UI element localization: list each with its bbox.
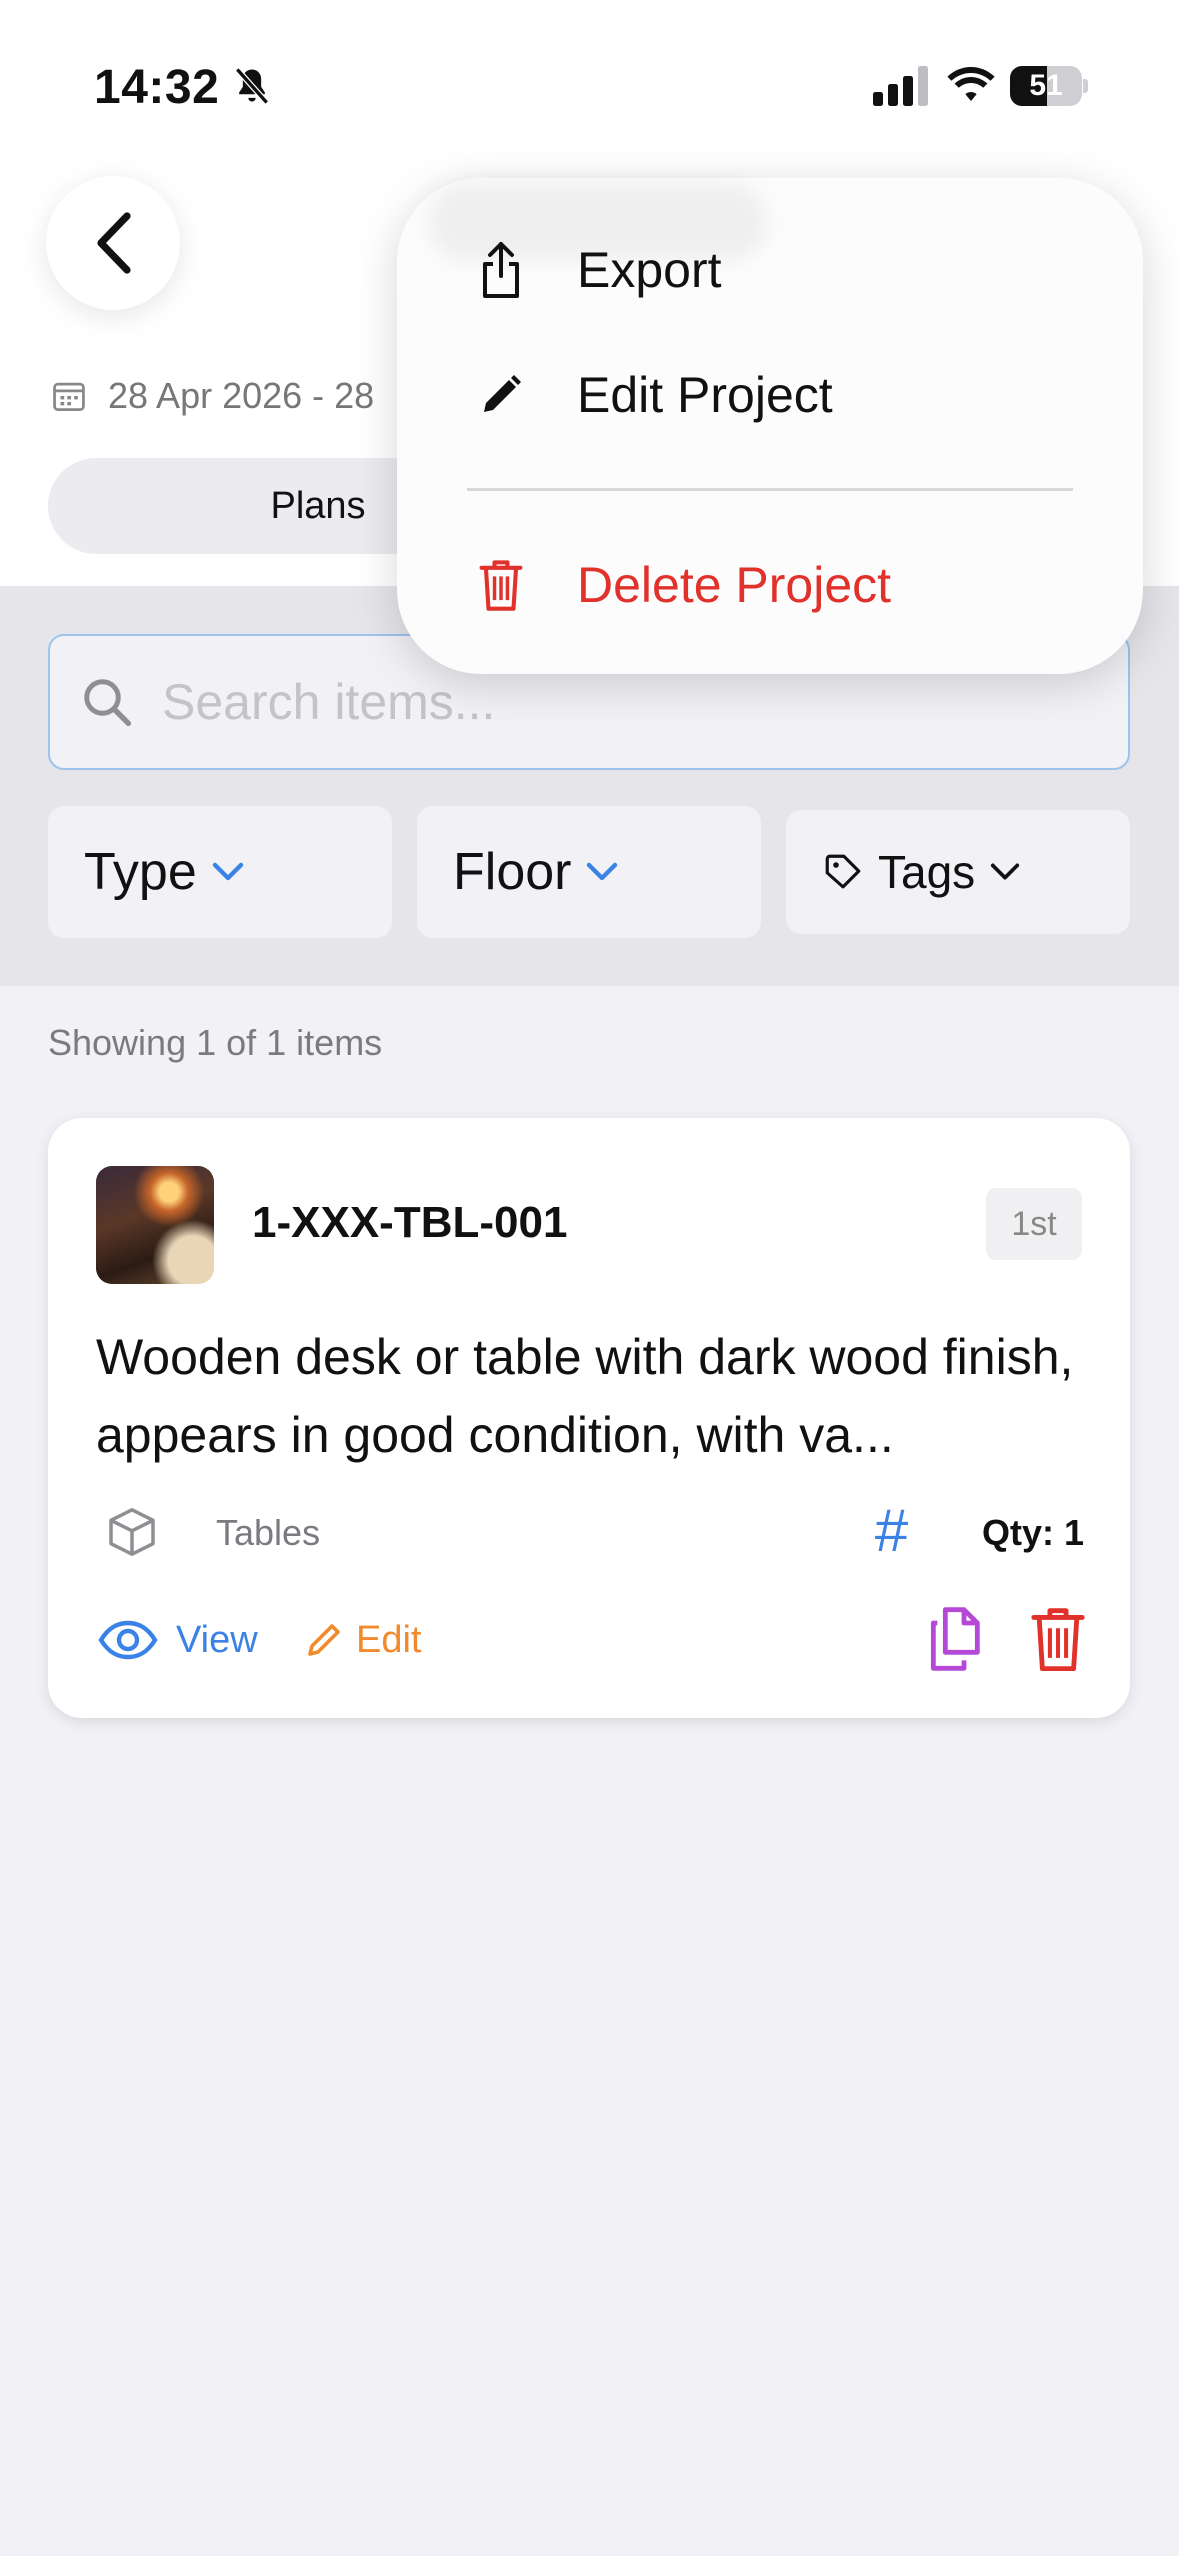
tag-icon: [825, 854, 861, 889]
battery-icon: 51: [1010, 66, 1088, 106]
chevron-left-icon: [97, 212, 131, 274]
edit-label: Edit: [356, 1618, 422, 1661]
filter-type-dropdown[interactable]: Type: [48, 806, 392, 938]
back-button[interactable]: [46, 176, 180, 310]
filter-floor-dropdown[interactable]: Floor: [417, 806, 761, 938]
cube-icon: [109, 1508, 155, 1556]
item-description: Wooden desk or table with dark wood fini…: [96, 1329, 1074, 1463]
bell-slash-icon: [235, 67, 269, 105]
wifi-icon: [947, 67, 995, 101]
item-card[interactable]: 1-XXX-TBL-001 1st Wooden desk or table w…: [48, 1118, 1130, 1718]
trash-icon: [475, 555, 527, 615]
calendar-icon: [53, 382, 85, 411]
project-date-range: 28 Apr 2026 - 28: [52, 372, 374, 420]
item-quantity: Qty: 1: [982, 1512, 1085, 1553]
share-icon: [475, 240, 527, 300]
view-button[interactable]: View: [98, 1608, 258, 1672]
edit-button[interactable]: Edit: [304, 1608, 421, 1672]
menu-separator: [467, 488, 1073, 491]
filter-tags-dropdown[interactable]: Tags: [786, 810, 1130, 934]
signal-icon: [873, 66, 928, 106]
chevron-down-icon: [991, 863, 1020, 880]
date-range-text: 28 Apr 2026 - 28: [108, 375, 375, 416]
pencil-icon: [475, 365, 527, 425]
filter-type-label: Type: [84, 843, 197, 901]
menu-item-edit-project[interactable]: Edit Project: [397, 340, 1143, 450]
floor-badge: 1st: [986, 1188, 1082, 1260]
duplicate-icon[interactable]: [924, 1604, 988, 1674]
pencil-icon: [308, 1624, 340, 1656]
trash-icon[interactable]: [1028, 1604, 1088, 1674]
item-thumbnail[interactable]: [96, 1166, 214, 1284]
menu-item-export[interactable]: Export: [397, 215, 1143, 325]
battery-percent: 51: [1029, 69, 1063, 102]
search-input[interactable]: [162, 673, 1062, 731]
chevron-down-icon: [587, 862, 618, 881]
filter-tags-label: Tags: [878, 846, 976, 898]
status-bar: 14:32 51: [0, 0, 1179, 150]
view-label: View: [176, 1618, 258, 1661]
item-code: 1-XXX-TBL-001: [252, 1198, 568, 1247]
search-icon: [84, 679, 132, 727]
status-time: 14:32: [94, 61, 220, 114]
results-count: Showing 1 of 1 items: [48, 1022, 383, 1063]
menu-export-label: Export: [577, 242, 722, 298]
app-screen: 14:32 51 28 Apr 2026 - 28 Plans Search i…: [0, 0, 1179, 2556]
hash-icon[interactable]: #: [874, 1496, 907, 1565]
item-category: Tables: [216, 1512, 321, 1553]
menu-item-delete-project[interactable]: Delete Project: [397, 530, 1143, 640]
chevron-down-icon: [212, 862, 243, 881]
menu-edit-project-label: Edit Project: [577, 367, 833, 423]
filter-floor-label: Floor: [453, 843, 572, 901]
menu-delete-project-label: Delete Project: [577, 557, 892, 613]
eye-icon: [98, 1620, 158, 1660]
